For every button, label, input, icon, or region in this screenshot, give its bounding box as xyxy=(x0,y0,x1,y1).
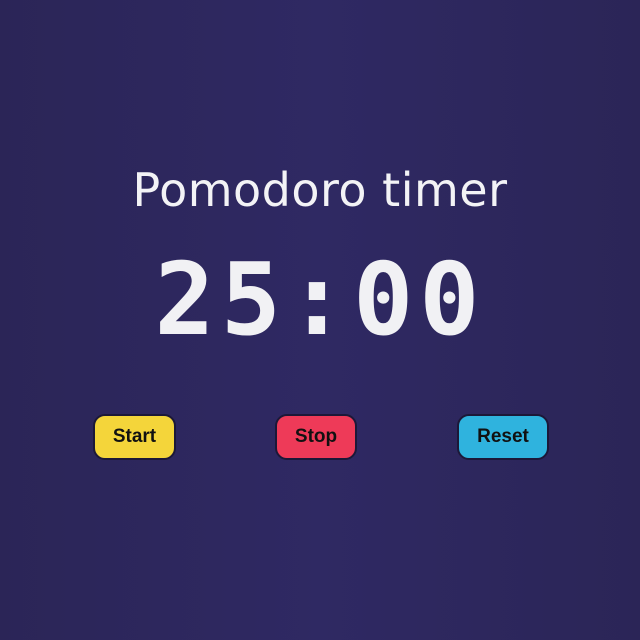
start-button[interactable]: Start xyxy=(93,414,176,460)
app-title: Pomodoro timer xyxy=(132,163,508,217)
stop-button[interactable]: Stop xyxy=(275,414,357,460)
reset-button-label: Reset xyxy=(477,426,529,447)
reset-button[interactable]: Reset xyxy=(457,414,549,460)
stop-button-label: Stop xyxy=(294,426,338,447)
timer-display: 25:00 xyxy=(154,241,486,358)
pomodoro-app: Pomodoro timer 25:00 Start Stop Reset xyxy=(0,0,640,640)
start-button-label: Start xyxy=(112,426,157,447)
